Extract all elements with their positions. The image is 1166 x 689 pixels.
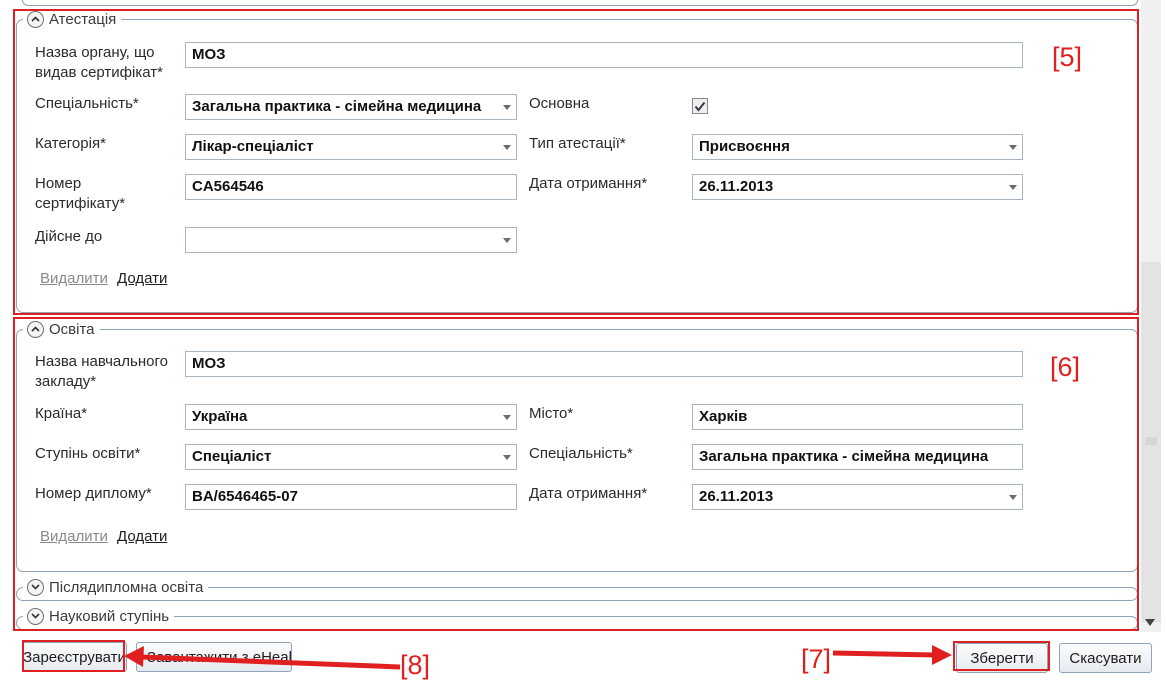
annotation-arrows (124, 645, 952, 670)
arrow-to-register-icon (124, 646, 401, 670)
arrow-to-save-icon (832, 645, 952, 665)
